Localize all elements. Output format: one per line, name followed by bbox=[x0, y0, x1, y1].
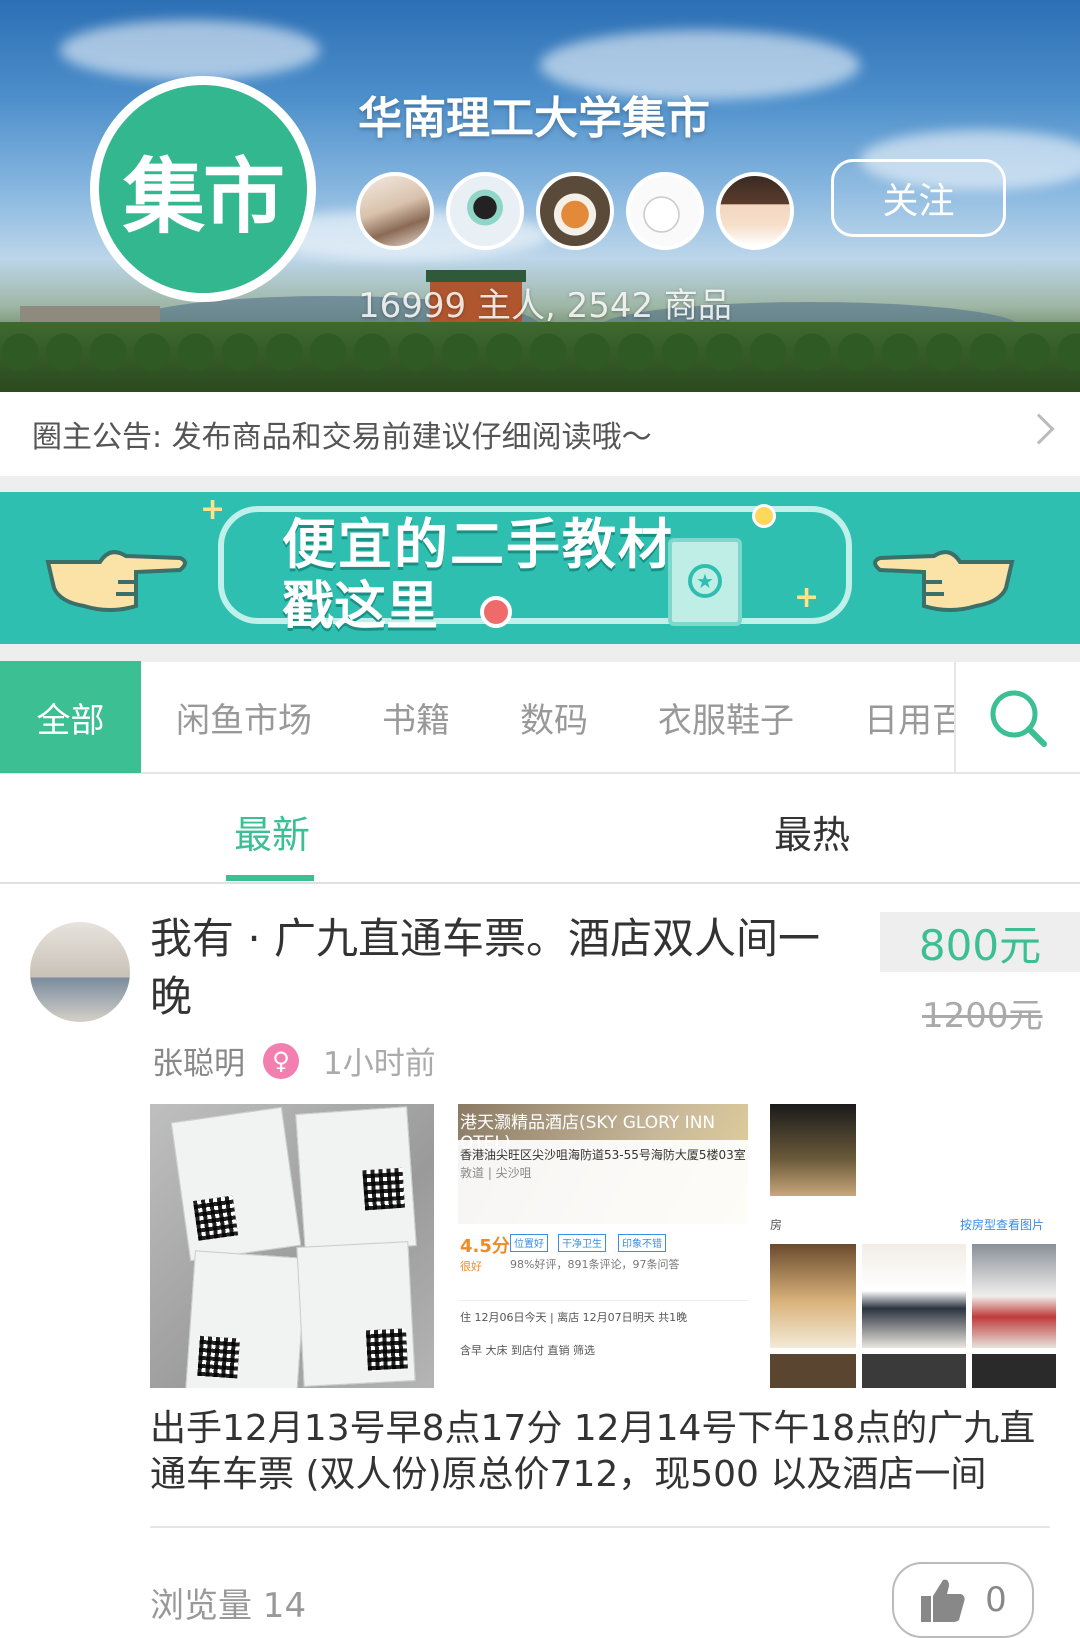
tab-latest[interactable]: 最新 bbox=[234, 804, 310, 859]
divider bbox=[0, 644, 1080, 662]
category-tab-daily[interactable]: 日用百 bbox=[829, 661, 954, 773]
divider bbox=[0, 476, 1080, 492]
book-icon: ★ bbox=[668, 538, 742, 626]
cloud bbox=[60, 20, 320, 80]
plus-decoration-icon: + bbox=[794, 580, 820, 615]
hotel-score: 4.5分 很好 bbox=[460, 1232, 510, 1274]
hotel-area: 敦道 | 尖沙咀 bbox=[460, 1166, 532, 1180]
announcement-bar[interactable]: 圈主公告: 发布商品和交易前建议仔细阅读哦～ bbox=[0, 392, 1080, 476]
qr-code bbox=[365, 1328, 408, 1371]
post-author-name[interactable]: 张聪明 bbox=[152, 1038, 245, 1083]
street-image bbox=[770, 1104, 856, 1196]
sort-tabs: 最新 最热 bbox=[0, 774, 1080, 884]
hotel-reviews: 98%好评，891条评论，97条问答 bbox=[510, 1258, 680, 1271]
hotel-address-block: 香港油尖旺区尖沙咀海防道53-55号海防大厦5楼03室 敦道 | 尖沙咀 bbox=[458, 1140, 748, 1224]
hotel-address: 香港油尖旺区尖沙咀海防道53-55号海防大厦5楼03室 bbox=[460, 1148, 746, 1162]
like-count: 0 bbox=[985, 1580, 1007, 1620]
rooms-link: 按房型查看图片 bbox=[960, 1218, 1045, 1232]
hotel-header-image: 港天灏精品酒店(SKY GLORY INN OTEL) 香港油尖旺区尖沙咀海防道… bbox=[458, 1104, 748, 1224]
hotel-score-value: 4.5分 bbox=[460, 1236, 510, 1257]
room-image bbox=[770, 1244, 856, 1348]
divider bbox=[150, 1526, 1050, 1528]
post-photo-rooms[interactable]: 房 按房型查看图片 bbox=[770, 1104, 1056, 1388]
qr-code bbox=[362, 1167, 406, 1211]
pointing-hand-right-icon bbox=[45, 550, 187, 612]
post-title[interactable]: 我有 · 广九直通车票。酒店双人间一晚 bbox=[150, 910, 850, 1026]
category-tab-clothes[interactable]: 衣服鞋子 bbox=[623, 661, 829, 773]
hotel-filters: 含早 大床 到店付 直销 筛选 bbox=[460, 1344, 595, 1357]
market-title: 华南理工大学集市 bbox=[358, 93, 710, 144]
qr-code bbox=[192, 1195, 239, 1241]
ticket-image bbox=[296, 1241, 416, 1387]
post-photo-tickets[interactable] bbox=[150, 1104, 434, 1388]
qr-code bbox=[197, 1335, 240, 1379]
room-image bbox=[770, 1354, 856, 1388]
member-avatar[interactable] bbox=[626, 172, 704, 250]
ticket-image bbox=[170, 1106, 302, 1262]
banner-subline: 戳这里 bbox=[282, 577, 439, 637]
female-gender-icon: ♀ bbox=[263, 1042, 299, 1079]
decoration-dot bbox=[480, 596, 512, 628]
search-icon bbox=[990, 690, 1047, 747]
member-avatar[interactable] bbox=[716, 172, 794, 250]
chevron-right-icon bbox=[1023, 413, 1055, 445]
category-scroll[interactable]: 闲鱼市场 书籍 数码 衣服鞋子 日用百 bbox=[141, 661, 954, 773]
search-button[interactable] bbox=[954, 662, 1080, 774]
view-count: 浏览量 14 bbox=[150, 1586, 307, 1626]
post-meta: 张聪明 ♀ 1小时前 bbox=[152, 1038, 436, 1083]
announcement-text: 圈主公告: 发布商品和交易前建议仔细阅读哦～ bbox=[32, 420, 652, 455]
promo-banner[interactable]: + + 便宜的二手教材 戳这里 ★ bbox=[0, 492, 1080, 644]
active-tab-indicator bbox=[226, 875, 314, 881]
ticket-image bbox=[185, 1250, 307, 1388]
category-tab-digital[interactable]: 数码 bbox=[485, 661, 623, 773]
rooms-label: 房 bbox=[770, 1218, 783, 1232]
decoration-dot bbox=[752, 504, 776, 528]
plus-decoration-icon: + bbox=[200, 492, 226, 527]
category-tab-all[interactable]: 全部 bbox=[0, 661, 141, 773]
market-header: 集市 华南理工大学集市 关注 16999 主人, 2542 商品 bbox=[0, 0, 1080, 392]
hotel-tag: 干净卫生 bbox=[558, 1234, 606, 1252]
follow-button[interactable]: 关注 bbox=[831, 159, 1006, 237]
member-avatars[interactable] bbox=[356, 172, 794, 250]
market-stats: 16999 主人, 2542 商品 bbox=[358, 286, 732, 326]
category-tab-books[interactable]: 书籍 bbox=[347, 661, 485, 773]
post-author-avatar[interactable] bbox=[30, 922, 130, 1022]
hotel-dates: 住 12月06日今天 | 离店 12月07日明天 共1晚 bbox=[458, 1300, 748, 1330]
thumbs-up-icon bbox=[921, 1579, 965, 1622]
category-tab-xianyu[interactable]: 闲鱼市场 bbox=[141, 661, 347, 773]
market-logo: 集市 bbox=[90, 76, 316, 302]
hotel-tag: 位置好 bbox=[510, 1234, 548, 1252]
hotel-score-label: 很好 bbox=[460, 1260, 482, 1273]
pointing-hand-left-icon bbox=[873, 550, 1015, 612]
category-tabs: 全部 闲鱼市场 书籍 数码 衣服鞋子 日用百 bbox=[0, 661, 1080, 774]
hotel-tag: 印象不错 bbox=[618, 1234, 666, 1252]
post-original-price: 1200元 bbox=[922, 996, 1043, 1036]
ticket-image bbox=[295, 1106, 417, 1254]
post-time: 1小时前 bbox=[323, 1046, 436, 1082]
room-image bbox=[862, 1354, 966, 1388]
member-avatar[interactable] bbox=[536, 172, 614, 250]
like-button[interactable]: 0 bbox=[892, 1562, 1034, 1638]
member-avatar[interactable] bbox=[446, 172, 524, 250]
room-image bbox=[862, 1244, 966, 1348]
post-price: 800元 bbox=[880, 912, 1080, 972]
post-photo-hotel-booking[interactable]: 港天灏精品酒店(SKY GLORY INN OTEL) 香港油尖旺区尖沙咀海防道… bbox=[458, 1104, 748, 1388]
room-image bbox=[972, 1354, 1056, 1388]
tab-hot[interactable]: 最热 bbox=[774, 804, 850, 859]
post-description[interactable]: 出手12月13号早8点17分 12月14号下午18点的广九直通车车票 (双人份)… bbox=[150, 1406, 1050, 1498]
star-icon: ★ bbox=[688, 564, 722, 598]
member-avatar[interactable] bbox=[356, 172, 434, 250]
trees bbox=[0, 322, 1080, 392]
room-image bbox=[972, 1244, 1056, 1348]
logo-text: 集市 bbox=[122, 149, 285, 245]
